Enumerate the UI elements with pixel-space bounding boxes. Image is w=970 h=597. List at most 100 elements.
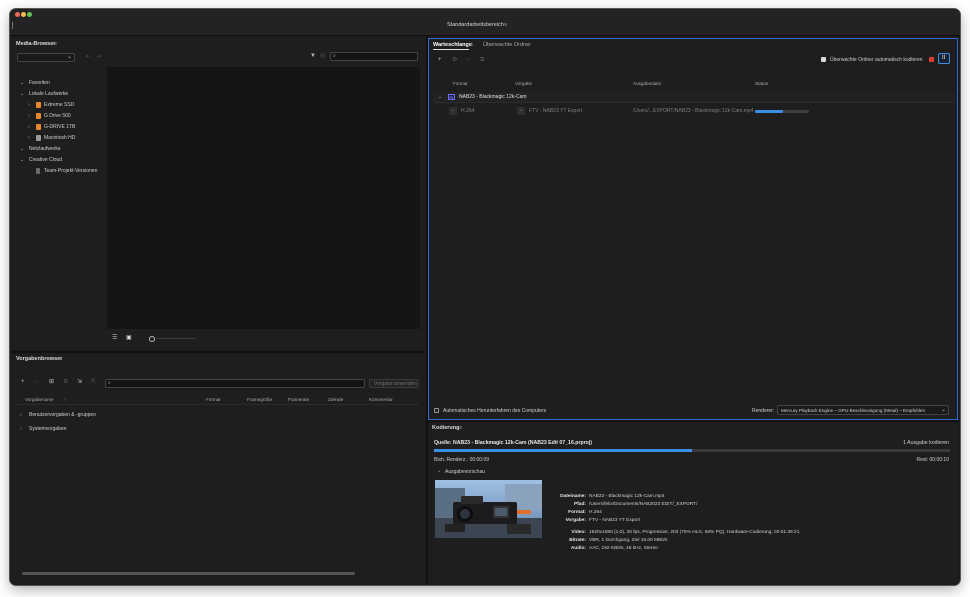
column-comment[interactable]: Kommentar	[369, 397, 393, 402]
settings-icon[interactable]: ⚙	[452, 57, 457, 64]
zoom-window-button[interactable]	[27, 12, 32, 17]
tree-item-network-drives[interactable]: Netzlaufwerke	[29, 146, 61, 152]
tree-item-creative-cloud[interactable]: Creative Cloud	[29, 157, 62, 163]
tree-item-drive[interactable]: G Drive 500	[44, 113, 71, 119]
panel-menu-icon[interactable]: ≡	[470, 42, 473, 48]
remove-icon[interactable]: −	[466, 57, 470, 64]
location-dropdown[interactable]: ⌄	[17, 53, 75, 62]
shutdown-label: Automatisches Herunterfahren des Compute…	[443, 408, 547, 414]
sort-ascending-icon[interactable]: ↑	[64, 397, 66, 402]
column-preset[interactable]: Vorgabe	[515, 81, 532, 86]
preset-group-system[interactable]: Systemvorgaben	[29, 426, 67, 432]
panel-menu-icon[interactable]: ≡	[59, 356, 62, 362]
export-icon[interactable]: ⇱	[91, 379, 96, 386]
chevron-down-icon: ⌄	[66, 54, 72, 60]
chevron-right-icon[interactable]: ›	[28, 124, 30, 130]
format-dropdown-icon[interactable]: ⌄	[449, 107, 457, 115]
media-search-input[interactable]: ⌕	[330, 52, 418, 61]
workspace-title[interactable]: Standardarbeitsbereich	[447, 22, 504, 28]
forward-arrow-icon[interactable]: ⇢	[96, 54, 101, 61]
job-format[interactable]: H.264	[461, 108, 474, 114]
column-format[interactable]: Format	[206, 397, 221, 402]
output-preview-label[interactable]: Ausgabevorschau	[445, 469, 485, 475]
panel-menu-icon[interactable]: ≡	[54, 41, 57, 47]
preset-column-header: Vorgabename ↑ Format Framegröße Framerat…	[17, 395, 419, 405]
apply-preset-button[interactable]: Vorgabe anwenden	[369, 379, 419, 388]
column-status[interactable]: Status	[755, 81, 768, 86]
thumbnail-view-icon[interactable]: ▣	[126, 335, 132, 342]
chevron-down-icon[interactable]: ⌄	[437, 468, 441, 474]
panel-divider[interactable]	[428, 420, 958, 422]
auto-encode-label: Überwachte Ordner automatisch kodieren	[830, 57, 923, 63]
column-frame-size[interactable]: Framegröße	[247, 397, 272, 402]
chevron-right-icon[interactable]: ›	[28, 135, 30, 141]
zoom-slider-track[interactable]	[156, 338, 196, 339]
search-icon: ⌕	[333, 53, 336, 59]
preset-browser-title[interactable]: Vorgabenbrowser	[16, 356, 62, 362]
workspace-menu-icon[interactable]: ≡	[504, 22, 507, 28]
chevron-right-icon[interactable]: ›	[20, 412, 22, 418]
tree-item-favorites[interactable]: Favoriten	[29, 80, 50, 86]
panel-divider[interactable]	[12, 351, 426, 353]
column-target-rate[interactable]: Zielrate	[328, 397, 343, 402]
renderer-dropdown[interactable]: Mercury Playback Engine – GPU-Beschleuni…	[777, 405, 949, 415]
remaining-time: Rest: 00:00:10	[916, 457, 949, 463]
shutdown-checkbox[interactable]	[434, 408, 439, 413]
tree-item-drive[interactable]: G-DRIVE 1TB	[44, 124, 75, 130]
media-content-area[interactable]	[107, 67, 420, 329]
chevron-down-icon[interactable]: ⌄	[20, 146, 24, 152]
list-view-icon[interactable]: ☰	[112, 335, 117, 342]
settings-icon[interactable]: ⚙	[63, 379, 68, 386]
job-row[interactable]: ⌄ H.264 ⌄ FTV - NAB23 YT Export /Users/.…	[433, 106, 955, 117]
duplicate-icon[interactable]: ⧉	[480, 57, 484, 64]
chevron-down-icon[interactable]: ⌄	[20, 80, 24, 86]
add-source-icon[interactable]: +	[438, 57, 442, 64]
detail-filename: NAB23 - Blackmagic 12k-Cam.mp4	[589, 494, 665, 499]
minimize-window-button[interactable]	[21, 12, 26, 17]
filter-icon[interactable]: ▼	[310, 53, 316, 60]
chevron-right-icon[interactable]: ›	[28, 102, 30, 108]
chevron-right-icon[interactable]: ›	[28, 113, 30, 119]
back-arrow-icon[interactable]: ⇠	[86, 54, 91, 61]
preset-dropdown-icon[interactable]: ⌄	[517, 107, 525, 115]
search-icon: ⌕	[108, 380, 111, 386]
stop-button[interactable]	[929, 57, 934, 62]
remove-icon[interactable]: −	[35, 379, 39, 386]
column-name[interactable]: Vorgabename	[25, 397, 54, 402]
job-progress-bar	[755, 110, 809, 113]
tab-queue[interactable]: Warteschlange	[433, 42, 472, 48]
column-frame-rate[interactable]: Framerate	[288, 397, 309, 402]
tree-item-drive[interactable]: Macintosh HD	[44, 135, 75, 141]
tab-watch-folders[interactable]: Überwachte Ordner	[483, 42, 531, 48]
job-output[interactable]: /Users/...EXPORT/NAB23 - Blackmagic 12k-…	[633, 108, 754, 114]
new-group-icon[interactable]: ⊞	[49, 379, 54, 386]
chevron-down-icon[interactable]: ⌄	[20, 91, 24, 97]
import-icon[interactable]: ⇲	[77, 379, 82, 386]
preset-search-input[interactable]: ⌕	[105, 379, 365, 388]
chevron-down-icon[interactable]: ⌄	[20, 157, 24, 163]
add-icon[interactable]: +	[21, 379, 25, 386]
chevron-down-icon[interactable]: ⌄	[438, 94, 442, 100]
view-toggle-icon[interactable]: ◎	[320, 53, 325, 60]
tree-item-local-drives[interactable]: Lokale Laufwerke	[29, 91, 68, 97]
column-output[interactable]: Ausgabedatei	[633, 81, 661, 86]
column-format[interactable]: Format	[453, 81, 468, 86]
camera-preview-icon	[435, 480, 542, 538]
job-preset[interactable]: FTV - NAB23 YT Export	[529, 108, 582, 114]
close-window-button[interactable]	[15, 12, 20, 17]
preset-group-user[interactable]: Benutzervorgaben & -gruppen	[29, 412, 96, 418]
auto-encode-checkbox[interactable]	[821, 57, 826, 62]
source-row[interactable]: ⌄ Pr NAB23 - Blackmagic 12k-Cam	[433, 92, 955, 103]
media-browser-title[interactable]: Media-Browser	[16, 41, 55, 47]
detail-format: H.264	[589, 510, 602, 515]
tree-item-team-projects[interactable]: Team-Projekt-Versionen	[44, 168, 97, 174]
chevron-right-icon[interactable]: ›	[20, 426, 22, 432]
output-preview-image	[435, 480, 542, 538]
encoding-title[interactable]: Kodierung	[432, 425, 460, 431]
zoom-slider-handle[interactable]	[149, 336, 155, 342]
drive-icon	[36, 124, 41, 130]
horizontal-scrollbar[interactable]	[22, 572, 355, 575]
tree-item-drive[interactable]: Extreme SSD	[44, 102, 74, 108]
panel-menu-icon[interactable]: ≡	[459, 425, 462, 431]
pause-button[interactable]: II	[938, 53, 950, 64]
